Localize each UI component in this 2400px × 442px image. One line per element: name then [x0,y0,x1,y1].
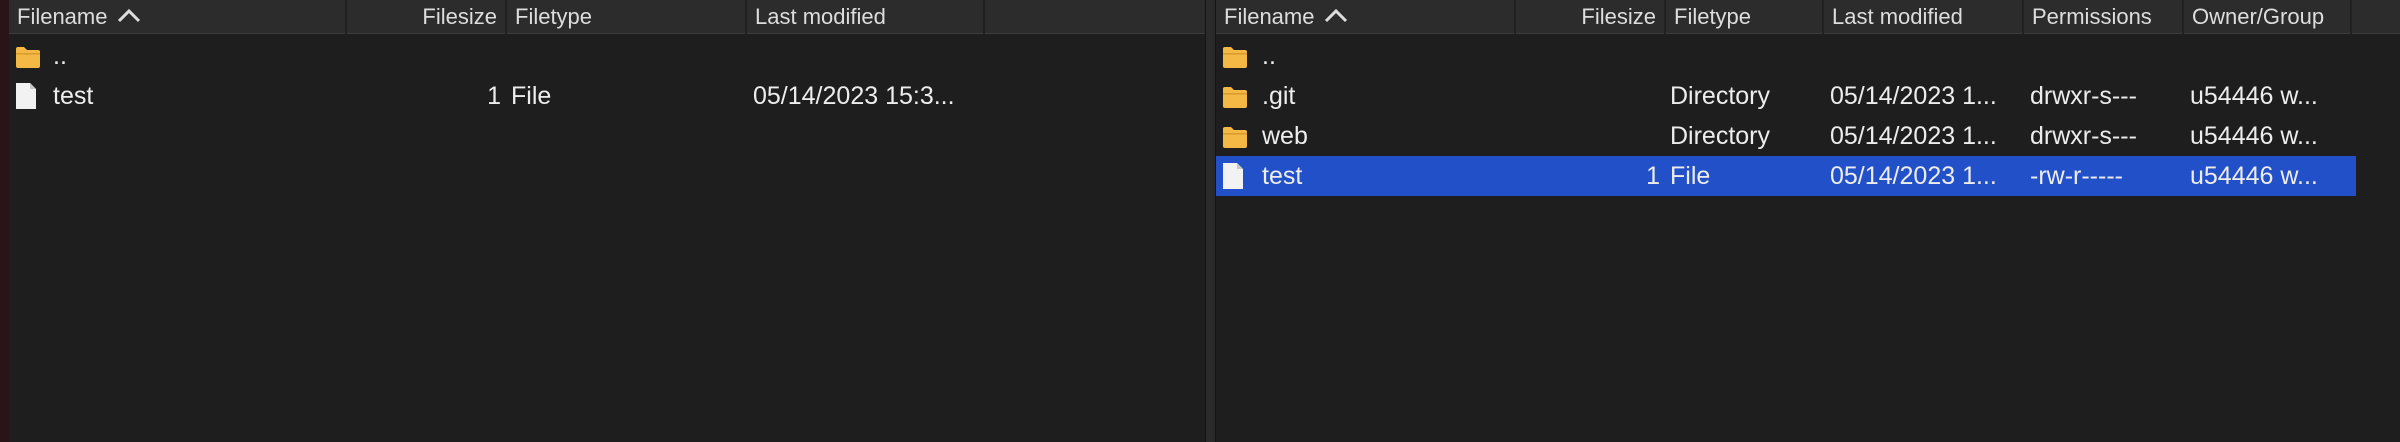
remote-col-filesize[interactable]: Filesize [1516,0,1666,34]
remote-cell-modified: 05/14/2023 1... [1830,162,1997,190]
local-cell-name: test [53,82,94,110]
local-col-filetype[interactable]: Filetype [507,0,747,34]
remote-col-permissions[interactable]: Permissions [2024,0,2184,34]
remote-cell-size [1516,116,1660,156]
remote-cell-permissions: drwxr-s--- [2030,122,2137,150]
remote-cell-name: test [1262,162,1303,190]
remote-cell-owner: u54446 w... [2190,82,2318,110]
remote-row[interactable]: .. [1216,36,2356,76]
remote-cell-name: web [1262,122,1308,150]
remote-col-filetype[interactable]: Filetype [1666,0,1824,34]
remote-col-filename-label: Filename [1224,4,1315,29]
remote-cell-type: File [1670,162,1711,190]
local-col-filler [985,0,1205,34]
local-cell-modified: 05/14/2023 15:3... [753,82,955,110]
remote-cell-modified [1830,36,2024,76]
remote-cell-type [1670,36,1820,76]
remote-cell-name: .. [1262,42,1276,70]
remote-cell-owner: u54446 w... [2190,162,2318,190]
local-cell-type: File [511,82,552,110]
remote-cell-size [1516,36,1660,76]
folder-icon [1222,44,1248,70]
remote-col-filename[interactable]: Filename [1216,0,1516,34]
remote-cell-permissions: drwxr-s--- [2030,82,2137,110]
remote-cell-modified: 05/14/2023 1... [1830,82,1997,110]
folder-icon [1222,124,1248,150]
window-edge [0,0,9,442]
remote-column-header: Filename Filesize Filetype Last modified… [1216,0,2400,34]
folder-icon [1222,84,1248,110]
local-row[interactable]: .. [9,36,1205,76]
remote-cell-name: .git [1262,82,1296,110]
remote-cell-permissions [2030,36,2184,76]
local-cell-size: 1 [487,82,501,110]
local-col-filesize[interactable]: Filesize [347,0,507,34]
sort-ascending-icon [1324,0,1348,33]
remote-cell-type: Directory [1670,122,1771,150]
remote-cell-type: Directory [1670,82,1771,110]
remote-file-list[interactable]: Filename Filesize Filetype Last modified… [1216,0,2400,442]
remote-col-modified[interactable]: Last modified [1824,0,2024,34]
local-cell-size [347,36,501,76]
local-cell-type [511,36,741,76]
pane-splitter[interactable] [1205,0,1216,442]
local-col-filename[interactable]: Filename [9,0,347,34]
local-row[interactable]: test 1 File 05/14/2023 15:3... [9,76,1205,116]
local-col-modified[interactable]: Last modified [747,0,985,34]
remote-col-owner[interactable]: Owner/Group [2184,0,2352,34]
sort-ascending-icon [117,0,141,33]
remote-row[interactable]: .git Directory 05/14/2023 1... drwxr-s--- u5… [1216,76,2356,116]
remote-cell-owner [2190,36,2350,76]
file-manager-window: Filename Filesize Filetype Last modified… [0,0,2400,442]
remote-cell-modified: 05/14/2023 1... [1830,122,1997,150]
remote-row[interactable]: web Directory 05/14/2023 1... drwxr-s--- u54… [1216,116,2356,156]
folder-icon [15,44,41,70]
file-icon [1222,162,1248,189]
local-cell-name: .. [53,42,67,70]
local-col-filename-label: Filename [17,4,108,29]
remote-cell-size: 1 [1646,162,1660,190]
remote-col-filler [2352,0,2400,34]
remote-row[interactable]: test 1 File 05/14/2023 1... -rw-r----- u54446… [1216,156,2356,196]
remote-cell-permissions: -rw-r----- [2030,162,2123,190]
remote-cell-size [1516,76,1660,116]
local-cell-modified [753,36,993,76]
local-file-list[interactable]: Filename Filesize Filetype Last modified… [9,0,1205,442]
remote-cell-owner: u54446 w... [2190,122,2318,150]
file-icon [15,82,41,109]
local-column-header: Filename Filesize Filetype Last modified [9,0,1205,34]
